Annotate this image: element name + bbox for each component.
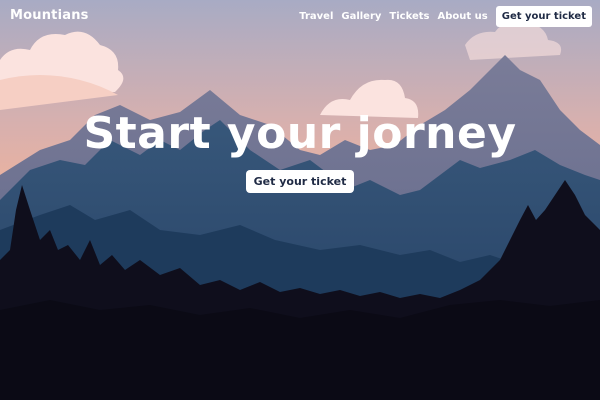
nav-link-gallery[interactable]: Gallery <box>341 11 381 22</box>
top-navbar: Mountians Travel Gallery Tickets About u… <box>0 0 600 34</box>
nav-link-about-us[interactable]: About us <box>438 11 488 22</box>
nav-link-travel[interactable]: Travel <box>299 11 333 22</box>
nav-links: Travel Gallery Tickets About us Get your… <box>299 6 592 27</box>
nav-link-tickets[interactable]: Tickets <box>389 11 429 22</box>
hero: Start your jorney Get your ticket <box>0 108 600 193</box>
hero-title: Start your jorney <box>83 108 517 159</box>
hero-get-ticket-button[interactable]: Get your ticket <box>245 170 355 193</box>
nav-get-ticket-button[interactable]: Get your ticket <box>495 6 592 27</box>
hero-background <box>0 0 600 400</box>
site-logo[interactable]: Mountians <box>10 8 89 23</box>
